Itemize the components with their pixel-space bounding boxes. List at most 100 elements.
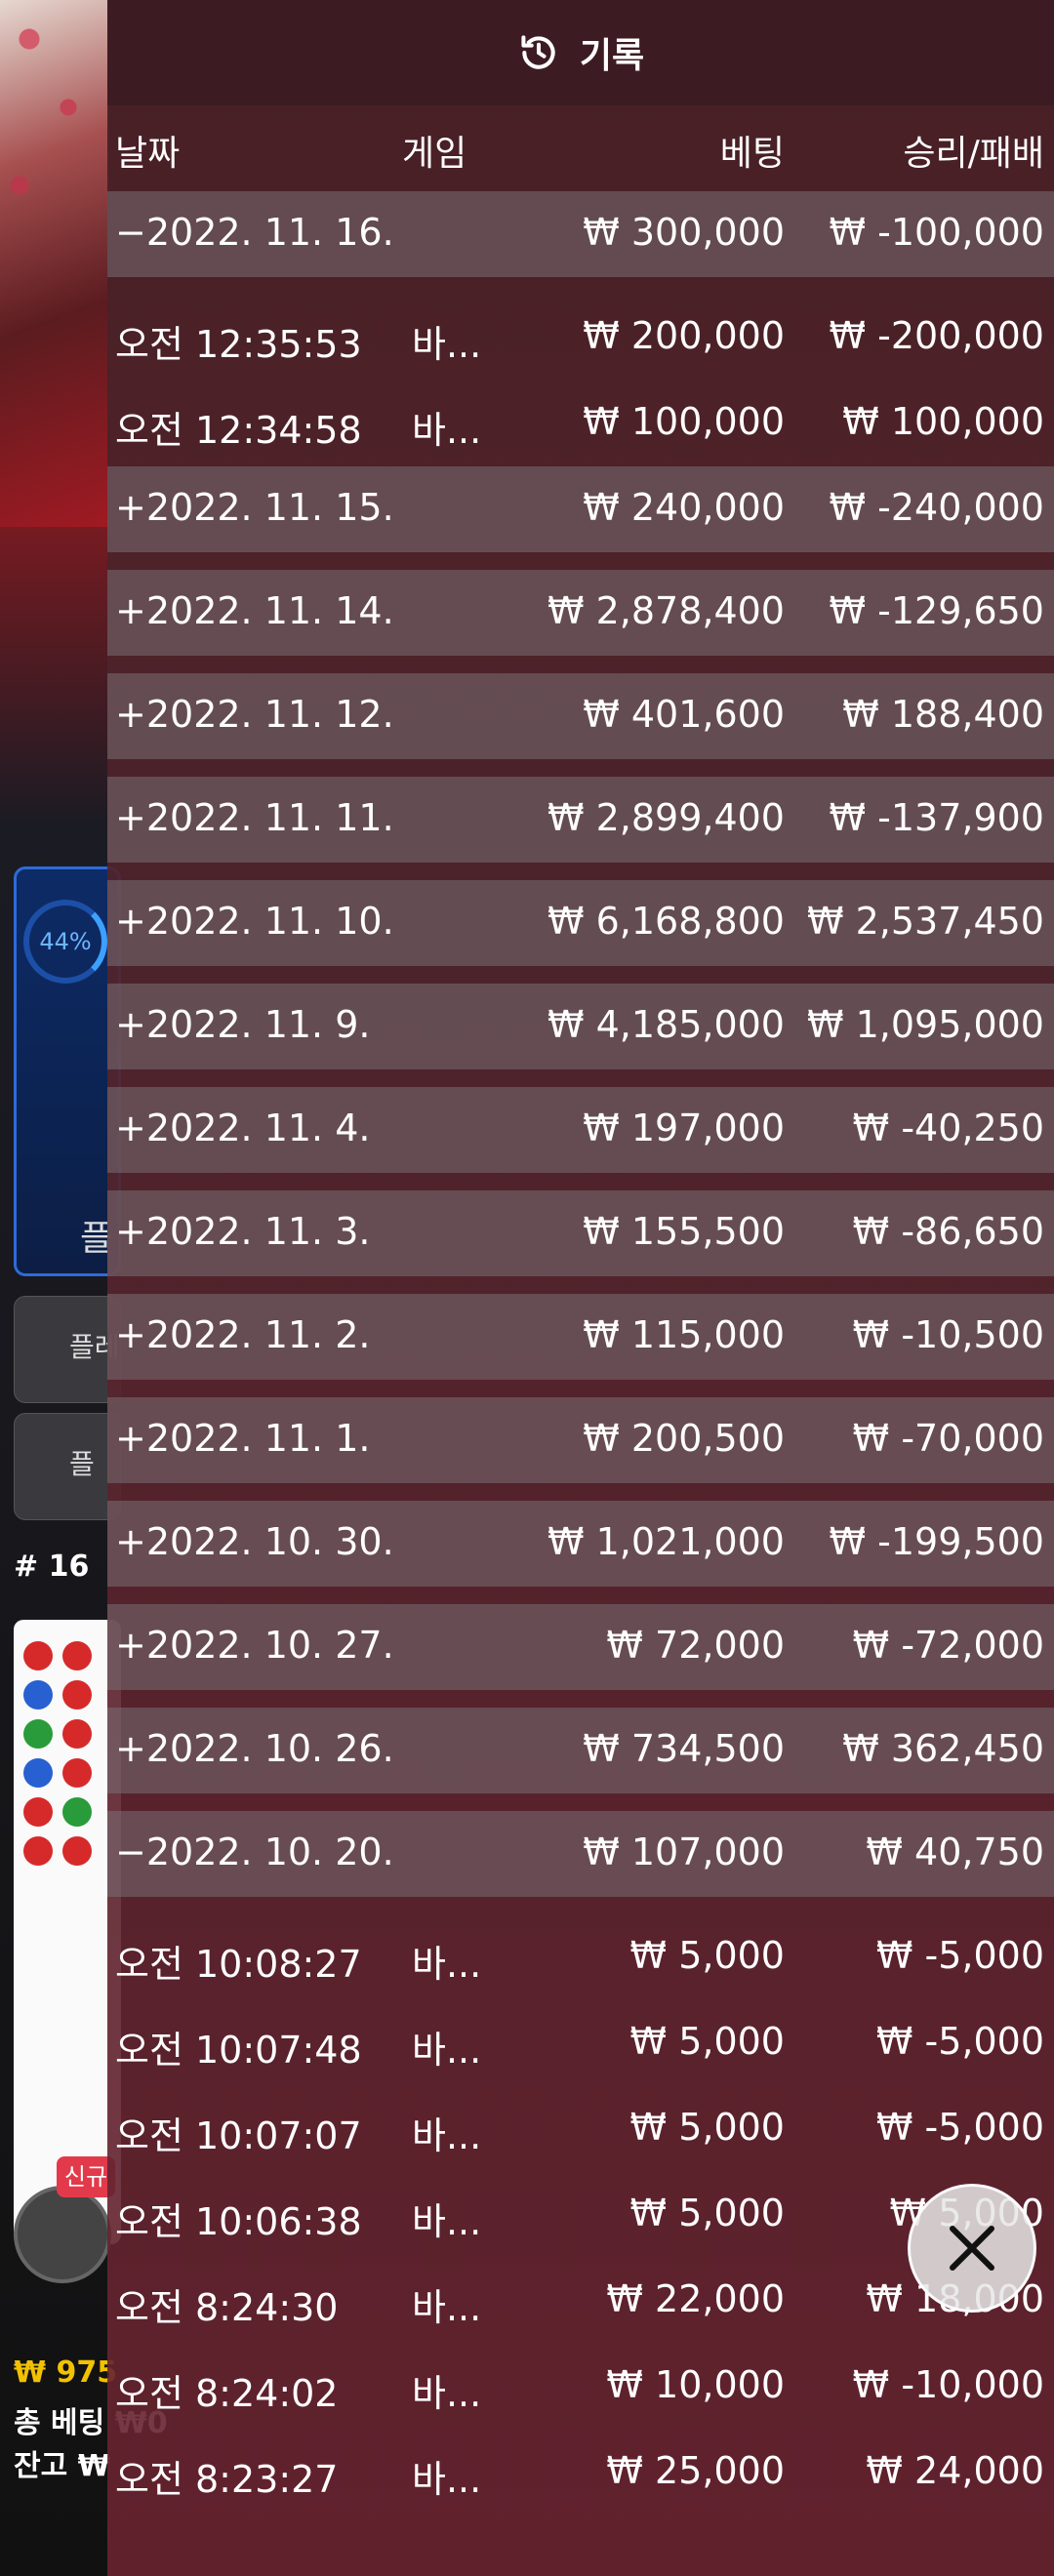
row-date: +2022. 11. 12.: [115, 693, 394, 736]
history-day-row[interactable]: +2022. 11. 3. ₩ 155,500 ₩ -86,650: [107, 1190, 1054, 1276]
row-bet: ₩ 5,000: [629, 2192, 785, 2234]
row-result: ₩ -200,000: [829, 314, 1044, 357]
row-date: +2022. 11. 1.: [115, 1417, 371, 1460]
row-result: ₩ 2,537,450: [806, 900, 1044, 943]
row-date: 오전 8:24:02: [115, 2372, 339, 2415]
history-day-row[interactable]: +2022. 11. 2. ₩ 115,000 ₩ -10,500: [107, 1294, 1054, 1380]
row-result: ₩ 40,750: [866, 1831, 1044, 1873]
row-game: 바...: [412, 1943, 482, 1986]
row-bet: ₩ 1,021,000: [547, 1520, 785, 1563]
row-result: ₩ 362,450: [842, 1727, 1044, 1770]
history-list: −2022. 11. 16. ₩ 300,000 ₩ -100,000 오전 12:3…: [107, 191, 1054, 2516]
row-game: 바...: [412, 2372, 482, 2415]
row-date: 오전 10:08:27: [115, 1943, 362, 1986]
row-result: ₩ -72,000: [852, 1624, 1044, 1667]
history-day-row[interactable]: +2022. 11. 14. ₩ 2,878,400 ₩ -129,650: [107, 570, 1054, 656]
row-date: 오전 8:23:27: [115, 2458, 339, 2501]
history-round-row[interactable]: 오전 8:24:02 바... ₩ 10,000 ₩ -10,000: [107, 2344, 1054, 2430]
row-game: 바...: [412, 323, 482, 366]
side-button-2-label: 플: [69, 1448, 95, 1480]
bead: [23, 1836, 53, 1866]
chip-selector[interactable]: [14, 2186, 111, 2283]
balance-amount: ₩ 975: [14, 2355, 118, 2390]
history-round-row[interactable]: 오전 10:07:48 바... ₩ 5,000 ₩ -5,000: [107, 2000, 1054, 2086]
bead: [62, 1836, 92, 1866]
header-bet: 베팅: [719, 134, 785, 174]
row-date: 오전 8:24:30: [115, 2286, 339, 2329]
row-date: +2022. 11. 9.: [115, 1003, 371, 1046]
row-bet: ₩ 200,000: [583, 314, 785, 357]
row-date: +2022. 10. 27.: [115, 1624, 394, 1667]
history-day-row[interactable]: +2022. 11. 11. ₩ 2,899,400 ₩ -137,900: [107, 777, 1054, 863]
history-day-row[interactable]: +2022. 11. 1. ₩ 200,500 ₩ -70,000: [107, 1397, 1054, 1483]
row-bet: ₩ 197,000: [583, 1107, 785, 1149]
row-game: 바...: [412, 2200, 482, 2243]
close-icon: [950, 2226, 994, 2271]
history-day-row[interactable]: +2022. 10. 27. ₩ 72,000 ₩ -72,000: [107, 1604, 1054, 1690]
side-button-2[interactable]: 플: [14, 1413, 121, 1520]
row-bet: ₩ 155,500: [583, 1210, 785, 1253]
history-day-row[interactable]: +2022. 11. 9. ₩ 4,185,000 ₩ 1,095,000: [107, 984, 1054, 1069]
history-day-row[interactable]: −2022. 10. 20. ₩ 107,000 ₩ 40,750: [107, 1811, 1054, 1897]
bead: [62, 1758, 92, 1788]
history-day-row[interactable]: +2022. 10. 26. ₩ 734,500 ₩ 362,450: [107, 1708, 1054, 1793]
side-button-1[interactable]: 플레: [14, 1296, 121, 1403]
history-day-row[interactable]: +2022. 11. 4. ₩ 197,000 ₩ -40,250: [107, 1087, 1054, 1173]
bead: [62, 1719, 92, 1749]
history-round-row[interactable]: 오전 8:23:27 바... ₩ 25,000 ₩ 24,000: [107, 2430, 1054, 2516]
row-date: +2022. 10. 26.: [115, 1727, 394, 1770]
history-day-row[interactable]: −2022. 11. 16. ₩ 300,000 ₩ -100,000: [107, 191, 1054, 277]
history-day-row[interactable]: +2022. 11. 15. ₩ 240,000 ₩ -240,000: [107, 466, 1054, 552]
row-game: 바...: [412, 2286, 482, 2329]
row-result: ₩ -199,500: [829, 1520, 1044, 1563]
row-date: +2022. 10. 30.: [115, 1520, 394, 1563]
row-result: ₩ 100,000: [842, 400, 1044, 443]
row-bet: ₩ 5,000: [629, 1934, 785, 1977]
row-bet: ₩ 2,878,400: [547, 589, 785, 632]
history-round-row[interactable]: 오전 10:07:07 바... ₩ 5,000 ₩ -5,000: [107, 2086, 1054, 2172]
row-bet: ₩ 4,185,000: [547, 1003, 785, 1046]
round-number: # 16: [14, 1550, 90, 1584]
row-result: ₩ -100,000: [829, 211, 1044, 254]
bead: [23, 1758, 53, 1788]
history-icon: [521, 35, 555, 69]
history-title: 기록: [579, 36, 645, 76]
row-result: ₩ -86,650: [852, 1210, 1044, 1253]
row-game: 바...: [412, 2114, 482, 2157]
new-badge: 신규: [57, 2156, 115, 2197]
bead: [62, 1680, 92, 1710]
close-button[interactable]: [908, 2184, 1036, 2313]
header-game: 게임: [402, 134, 467, 174]
column-headers: 날짜 게임 베팅 승리/패배: [107, 105, 1054, 191]
row-result: ₩ -137,900: [829, 796, 1044, 839]
history-round-row[interactable]: 오전 10:08:27 바... ₩ 5,000 ₩ -5,000: [107, 1914, 1054, 2000]
row-bet: ₩ 10,000: [606, 2363, 785, 2406]
row-date: 오전 12:35:53: [115, 323, 362, 366]
row-bet: ₩ 401,600: [583, 693, 785, 736]
row-result: ₩ -10,500: [852, 1313, 1044, 1356]
row-result: ₩ 1,095,000: [806, 1003, 1044, 1046]
row-date: 오전 10:07:07: [115, 2114, 362, 2157]
row-date: +2022. 11. 10.: [115, 900, 394, 943]
row-date: +2022. 11. 2.: [115, 1313, 371, 1356]
row-result: ₩ -5,000: [875, 2106, 1044, 2149]
row-date: +2022. 11. 14.: [115, 589, 394, 632]
row-date: +2022. 11. 4.: [115, 1107, 371, 1149]
row-bet: ₩ 22,000: [606, 2277, 785, 2320]
header-date: 날짜: [115, 134, 181, 174]
row-game: 바...: [412, 409, 482, 452]
history-day-row[interactable]: +2022. 10. 30. ₩ 1,021,000 ₩ -199,500: [107, 1501, 1054, 1587]
history-round-row[interactable]: 오전 12:34:58 바... ₩ 100,000 ₩ 100,000: [107, 381, 1054, 466]
history-day-row[interactable]: +2022. 11. 12. ₩ 401,600 ₩ 188,400: [107, 673, 1054, 759]
bead: [62, 1641, 92, 1670]
row-result: ₩ -129,650: [829, 589, 1044, 632]
row-result: ₩ 188,400: [842, 693, 1044, 736]
bead: [23, 1641, 53, 1670]
row-bet: ₩ 100,000: [583, 400, 785, 443]
bead: [23, 1797, 53, 1827]
history-day-row[interactable]: +2022. 11. 10. ₩ 6,168,800 ₩ 2,537,450: [107, 880, 1054, 966]
row-bet: ₩ 2,899,400: [547, 796, 785, 839]
history-round-row[interactable]: 오전 12:35:53 바... ₩ 200,000 ₩ -200,000: [107, 295, 1054, 381]
row-date: 오전 12:34:58: [115, 409, 362, 452]
row-result: ₩ -70,000: [852, 1417, 1044, 1460]
